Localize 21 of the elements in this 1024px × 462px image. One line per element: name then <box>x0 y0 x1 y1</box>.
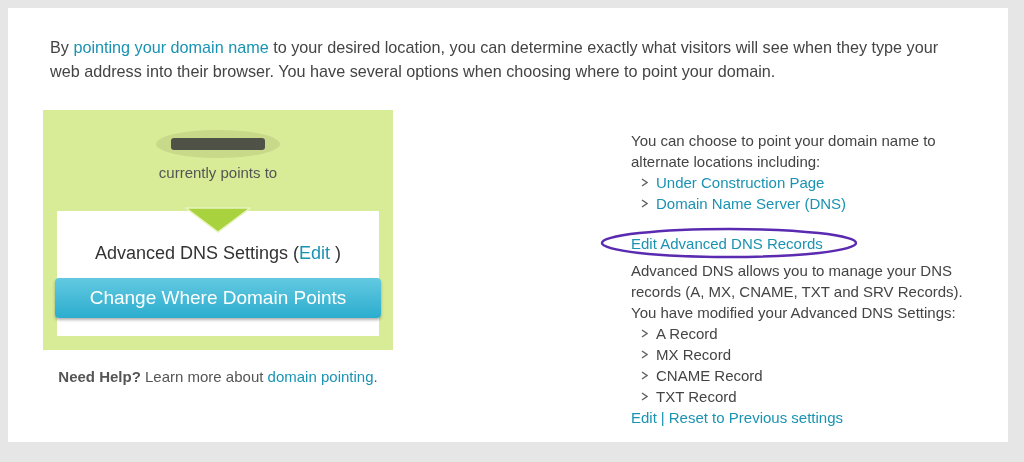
separator-text: | <box>660 409 665 426</box>
points-to-text: currently points to <box>158 164 278 181</box>
advanced-dns-text: Advanced DNS allows you to manage your DNS records (A, MX, CNAME, TXT and SRV Records). <box>631 261 964 302</box>
edit-link[interactable]: Edit <box>299 243 331 263</box>
modified-text: You have modified your Advanced DNS Settings: <box>631 303 957 323</box>
record-item: CNAME Record <box>656 366 763 386</box>
help-text: Need Help? Learn more about domain pointing. <box>58 368 378 385</box>
domain-pointing-link[interactable]: pointing your domain name <box>73 38 269 56</box>
change-points-button[interactable]: Change Where Domain Points <box>55 278 381 318</box>
record-item: MX Record <box>656 345 732 365</box>
down-triangle-icon <box>185 207 251 233</box>
setting-text: Advanced DNS Settings (Edit ) <box>94 243 342 264</box>
intro-paragraph: By pointing your domain name to your desired location, you can determine exactly what visitors will see when they type your web address into their browser. You have several options when choosing where to point your domain. <box>50 37 940 82</box>
footer-link[interactable]: Edit <box>631 409 657 426</box>
footer-link[interactable]: Reset to Previous settings <box>668 409 844 426</box>
record-item: A Record <box>656 324 718 344</box>
option-link[interactable]: Under Construction Page <box>656 172 825 193</box>
help-link[interactable]: domain pointing <box>267 368 374 385</box>
options-text: You can choose to point your domain name to alternate locations including: <box>631 131 937 172</box>
option-link[interactable]: Domain Name Server (DNS) <box>656 193 847 214</box>
record-item: TXT Record <box>656 387 737 407</box>
